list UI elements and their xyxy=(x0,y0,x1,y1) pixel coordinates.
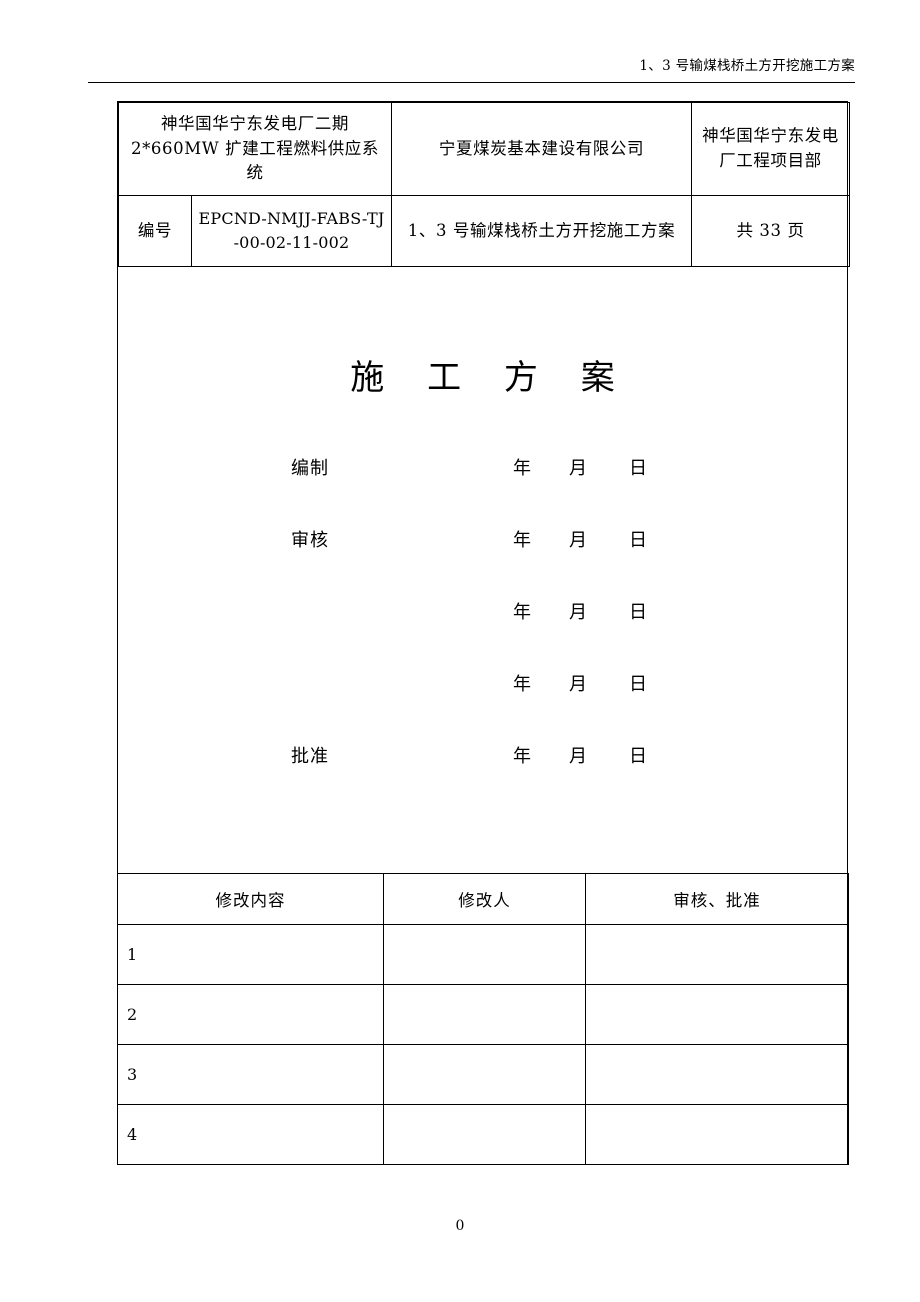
signature-block: 编制 年月日 审核 年月日 年月日 年月日 批准 年月 日 xyxy=(118,454,847,814)
signature-label: 批准 xyxy=(291,746,329,767)
table-row: 4 xyxy=(117,1104,849,1165)
date-year-label: 年 xyxy=(513,458,532,479)
date-month-label: 月 xyxy=(569,674,588,695)
footer-page-number: 0 xyxy=(455,1218,465,1234)
revision-approver-cell xyxy=(585,1044,849,1105)
document-info-table: 神华国华宁东发电厂二期2*660MW 扩建工程燃料供应系统 宁夏煤炭基本建设有限… xyxy=(118,102,850,267)
company-name-cell: 宁夏煤炭基本建设有限公司 xyxy=(391,102,692,196)
date-day-label: 日 xyxy=(629,674,648,695)
page-count-cell: 共 33 页 xyxy=(691,195,850,267)
signature-row: 编制 年 月 日 xyxy=(118,454,847,526)
revision-table: 修改内容 修改人 审核、批准 1 2 3 4 xyxy=(117,873,849,1165)
date-month-label: 月 xyxy=(569,458,588,479)
cover-frame: 神华国华宁东发电厂二期2*660MW 扩建工程燃料供应系统 宁夏煤炭基本建设有限… xyxy=(117,101,850,1165)
revision-no-cell: 2 xyxy=(117,984,384,1045)
revision-no-cell: 3 xyxy=(117,1044,384,1105)
document-title-cell: 1、3 号输煤栈桥土方开挖施工方案 xyxy=(391,195,692,267)
header-rule xyxy=(88,82,855,83)
signature-date: 年月日 xyxy=(513,598,773,624)
date-year-label: 年 xyxy=(513,602,532,623)
date-month-label: 月 xyxy=(569,746,588,767)
revision-table-header-row: 修改内容 修改人 审核、批准 xyxy=(117,873,849,925)
revision-person-cell xyxy=(383,924,586,985)
revision-approver-cell xyxy=(585,984,849,1045)
info-table-row-project: 神华国华宁东发电厂二期2*660MW 扩建工程燃料供应系统 宁夏煤炭基本建设有限… xyxy=(118,102,850,196)
table-row: 1 xyxy=(117,924,849,985)
code-label-cell: 编号 xyxy=(118,195,192,267)
table-row: 2 xyxy=(117,984,849,1045)
code-value-cell: EPCND-NMJJ-FABS-TJ -00-02-11-002 xyxy=(191,195,392,267)
date-month-label: 月 xyxy=(569,602,588,623)
department-name-cell: 神华国华宁东发电厂工程项目部 xyxy=(691,102,850,196)
date-day-label: 日 xyxy=(629,458,648,479)
revision-no-cell: 1 xyxy=(117,924,384,985)
date-year-label: 年 xyxy=(513,530,532,551)
cover-big-title: 施 工 方 案 xyxy=(350,358,631,398)
date-day-label: 日 xyxy=(629,602,648,623)
table-row: 3 xyxy=(117,1044,849,1105)
info-table-row-code: 编号 EPCND-NMJJ-FABS-TJ -00-02-11-002 1、3 … xyxy=(118,195,850,267)
revision-header-person: 修改人 xyxy=(383,873,586,925)
date-day-label: 日 xyxy=(629,746,648,767)
signature-label: 编制 xyxy=(291,458,329,479)
date-year-label: 年 xyxy=(513,674,532,695)
signature-date: 年月日 xyxy=(513,742,773,768)
running-header-title: 1、3 号输煤栈桥土方开挖施工方案 xyxy=(639,58,855,74)
signature-date: 年月日 xyxy=(513,454,773,480)
project-name-cell: 神华国华宁东发电厂二期2*660MW 扩建工程燃料供应系统 xyxy=(118,102,392,196)
signature-row: 年月日 xyxy=(118,670,847,742)
date-month-label: 月 xyxy=(569,530,588,551)
date-year-label: 年 xyxy=(513,746,532,767)
revision-approver-cell xyxy=(585,1104,849,1165)
revision-header-content: 修改内容 xyxy=(117,873,384,925)
signature-row: 批准 年 月 日 xyxy=(118,742,847,814)
revision-no-cell: 4 xyxy=(117,1104,384,1165)
revision-header-approver: 审核、批准 xyxy=(585,873,849,925)
signature-label: 审核 xyxy=(291,530,329,551)
revision-person-cell xyxy=(383,1044,586,1105)
signature-row: 审核 年 月 日 xyxy=(118,526,847,598)
revision-approver-cell xyxy=(585,924,849,985)
signature-date: 年月日 xyxy=(513,526,773,552)
date-day-label: 日 xyxy=(629,530,648,551)
signature-row: 年月日 xyxy=(118,598,847,670)
revision-person-cell xyxy=(383,984,586,1045)
signature-date: 年月日 xyxy=(513,670,773,696)
revision-person-cell xyxy=(383,1104,586,1165)
